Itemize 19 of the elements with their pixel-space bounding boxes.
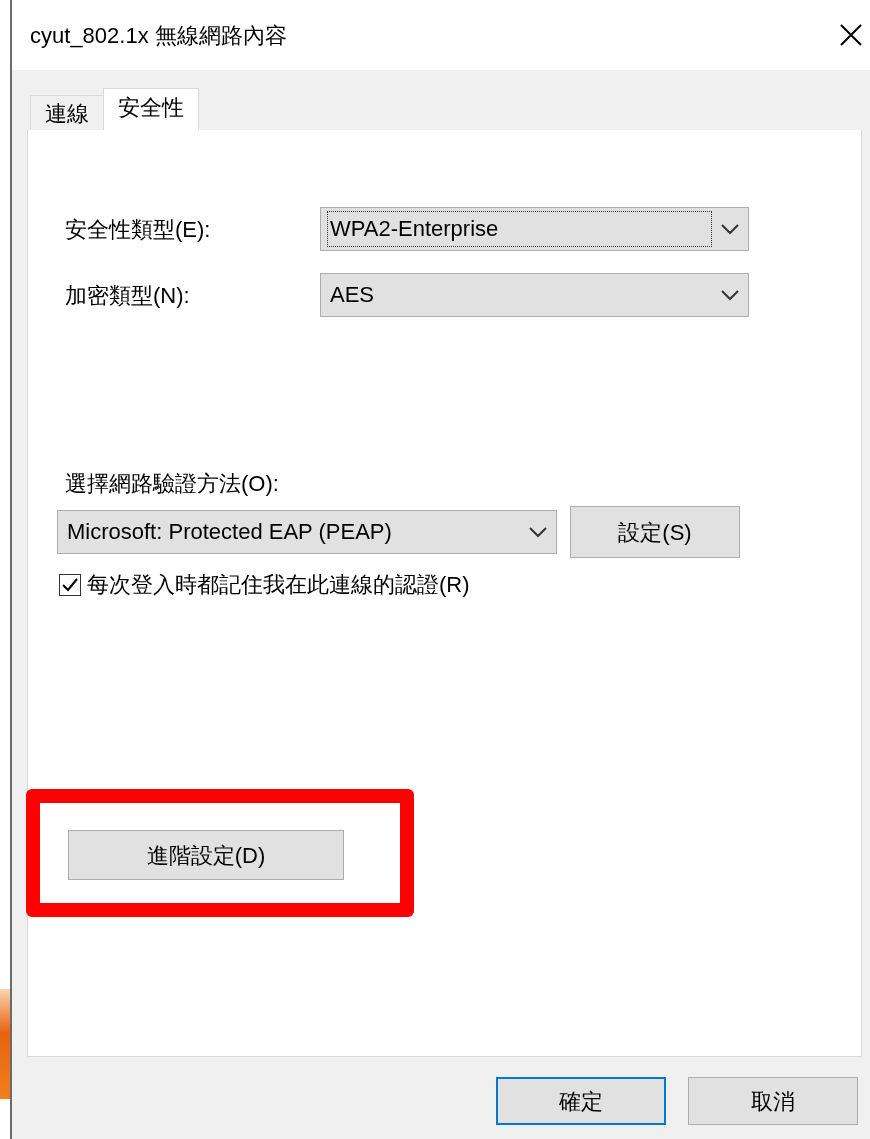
field-label: 加密類型(N): [65, 281, 191, 310]
tab[interactable]: 安全性 [103, 88, 199, 130]
auth-method-dropdown[interactable]: Microsoft: Protected EAP (PEAP) [57, 510, 557, 554]
settings-button[interactable]: 設定(S) [570, 506, 740, 558]
auth-method-label: 選擇網路驗證方法(O): [65, 470, 280, 498]
remember-checkbox[interactable] [59, 573, 81, 596]
field-label: 安全性類型(E): [65, 215, 212, 244]
dropdown[interactable]: AES [320, 273, 749, 317]
chevron-down-icon [720, 289, 740, 301]
dialog-button[interactable]: 取消 [688, 1077, 858, 1125]
window-title: cyut_802.1x 無線網路內容 [30, 21, 287, 50]
chevron-down-icon [720, 223, 740, 235]
tab[interactable]: 連線 [30, 95, 104, 130]
dialog-button[interactable]: 確定 [496, 1077, 666, 1125]
chevron-down-icon [528, 526, 548, 538]
remember-label: 每次登入時都記住我在此連線的認證(R) [87, 571, 470, 599]
dropdown[interactable]: WPA2-Enterprise [320, 207, 749, 251]
close-icon[interactable] [840, 24, 862, 46]
advanced-settings-button[interactable]: 進階設定(D) [68, 830, 344, 880]
